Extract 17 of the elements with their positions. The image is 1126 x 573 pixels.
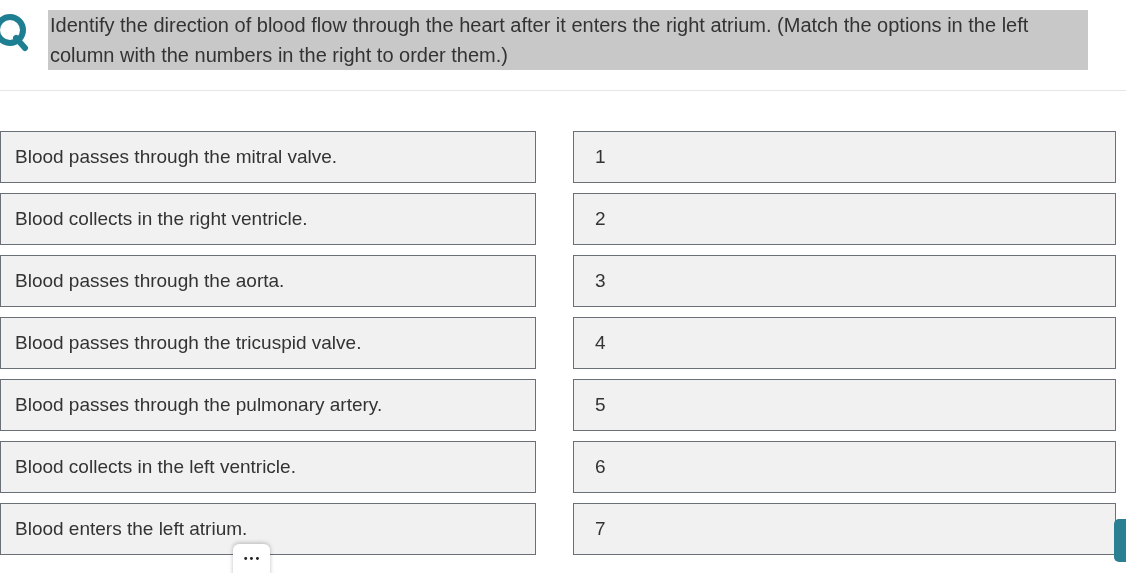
order-number-slot[interactable]: 1 <box>573 131 1116 183</box>
option-card[interactable]: Blood enters the left atrium. <box>0 503 536 555</box>
order-number-slot[interactable]: 3 <box>573 255 1116 307</box>
option-card[interactable]: Blood collects in the left ventricle. <box>0 441 536 493</box>
order-number-slot[interactable]: 5 <box>573 379 1116 431</box>
order-number-slot[interactable]: 4 <box>573 317 1116 369</box>
option-card[interactable]: Blood passes through the pulmonary artery. <box>0 379 536 431</box>
question-text: Identify the direction of blood flow through the heart after it enters the right atrium. (Match the options in the left column with the numbers in the right to order them.) <box>48 10 1088 70</box>
option-card[interactable]: Blood passes through the aorta. <box>0 255 536 307</box>
option-card[interactable]: Blood passes through the mitral valve. <box>0 131 536 183</box>
order-number-slot[interactable]: 2 <box>573 193 1116 245</box>
option-card[interactable]: Blood passes through the tricuspid valve. <box>0 317 536 369</box>
side-tab[interactable] <box>1114 519 1126 562</box>
order-number-slot[interactable]: 7 <box>573 503 1116 555</box>
order-number-slot[interactable]: 6 <box>573 441 1116 493</box>
option-card[interactable]: Blood collects in the right ventricle. <box>0 193 536 245</box>
more-button[interactable]: ••• <box>233 544 270 573</box>
